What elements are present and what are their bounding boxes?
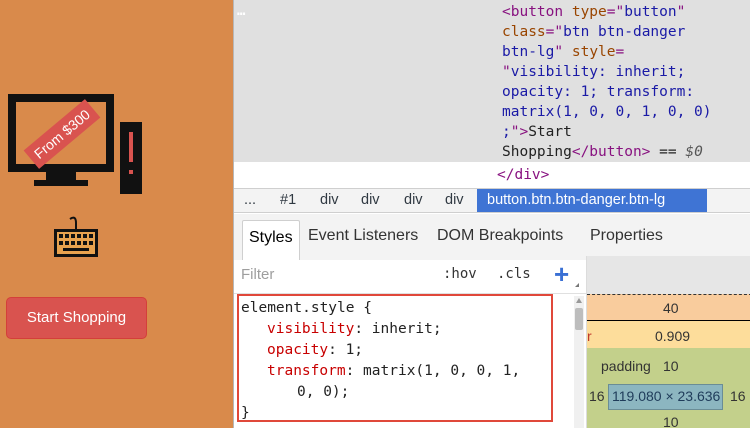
styles-scrollbar[interactable]: [574, 296, 584, 428]
breadcrumb-item[interactable]: div: [404, 192, 423, 208]
tab-dom-breakpoints[interactable]: DOM Breakpoints: [437, 227, 563, 245]
style-declaration[interactable]: transform: matrix(1, 0, 0, 1,: [267, 361, 520, 382]
border-value[interactable]: 0.909: [655, 328, 690, 344]
source-token: =: [615, 44, 625, 60]
tab-event-listeners[interactable]: Event Listeners: [308, 227, 418, 245]
box-model-diagram: 40 r 0.909 padding 10 16 119.080 × 23.63…: [586, 256, 750, 428]
box-model-header: [587, 256, 750, 294]
cls-toggle[interactable]: .cls: [497, 266, 531, 282]
tab-label: Styles: [249, 229, 293, 246]
source-token: </button>: [571, 144, 651, 160]
devtools-panel: … <button type="button" class="btn btn-da…: [233, 0, 750, 428]
property-value: 1;: [345, 342, 364, 358]
source-token: ": [676, 4, 686, 20]
border-label: r: [587, 328, 592, 344]
source-token: ">: [510, 124, 529, 140]
source-token: =": [545, 24, 564, 40]
property-value: matrix(1, 0, 0, 1,: [363, 363, 521, 379]
padding-right-value[interactable]: 16: [730, 388, 746, 404]
source-token: ": [554, 44, 572, 60]
content-size[interactable]: 119.080 × 23.636: [612, 388, 720, 404]
source-token: $0: [685, 144, 703, 160]
breadcrumb-item[interactable]: #1: [280, 192, 296, 208]
padding-value[interactable]: 10: [663, 358, 679, 374]
filter-input[interactable]: Filter: [241, 266, 274, 283]
source-token: btn btn-danger: [563, 24, 686, 40]
corner-arrow-icon[interactable]: [575, 283, 579, 287]
source-line[interactable]: Shopping</button> == $0: [502, 142, 703, 163]
source-token: button: [624, 4, 677, 20]
source-line[interactable]: "visibility: inherit;: [502, 62, 685, 83]
source-line[interactable]: opacity: 1; transform:: [502, 82, 694, 103]
styles-toolbar: Filter :hov .cls +: [234, 260, 586, 294]
source-token: type: [571, 4, 607, 20]
new-style-rule-button[interactable]: +: [554, 260, 569, 288]
source-token: ;: [502, 124, 511, 140]
source-token: =": [606, 4, 625, 20]
source-line[interactable]: class="btn btn-danger: [502, 22, 685, 43]
breadcrumb-item[interactable]: div: [445, 192, 464, 208]
source-token: matrix(1, 0, 0, 1, 0, 0): [502, 104, 712, 120]
padding-label: padding: [601, 358, 651, 374]
source-line[interactable]: <button type="button": [502, 2, 685, 23]
more-options-icon[interactable]: …: [237, 3, 246, 19]
source-token: ==: [650, 144, 686, 160]
breadcrumb: ... #1 div div div div button.btn.btn-da…: [234, 188, 750, 213]
padding-bottom-value[interactable]: 10: [663, 414, 679, 428]
elements-tree: … <button type="button" class="btn btn-da…: [234, 0, 750, 188]
source-token: Shopping: [502, 144, 572, 160]
hov-toggle[interactable]: :hov: [443, 266, 477, 282]
source-token: ": [502, 64, 511, 80]
scroll-thumb[interactable]: [575, 308, 583, 330]
page-preview: From $300 Start Shopping: [0, 0, 233, 428]
source-token: style: [571, 44, 616, 60]
breadcrumb-item[interactable]: div: [361, 192, 380, 208]
tab-styles[interactable]: Styles: [242, 220, 300, 260]
style-declaration[interactable]: opacity: 1;: [267, 340, 363, 361]
margin-value[interactable]: 40: [663, 300, 679, 316]
source-line[interactable]: ;">Start: [502, 122, 572, 143]
scroll-up-icon[interactable]: [576, 298, 582, 303]
keyboard-icon: [54, 216, 98, 257]
tab-properties[interactable]: Properties: [590, 227, 663, 245]
property-name: opacity: [267, 342, 329, 358]
property-value: inherit;: [371, 321, 442, 337]
breadcrumb-item[interactable]: ...: [244, 192, 256, 208]
sidebar-tabs: Styles Event Listeners DOM Breakpoints P…: [234, 214, 750, 260]
style-declaration[interactable]: visibility: inherit;: [267, 319, 442, 340]
closing-div-tag[interactable]: </div>: [497, 165, 549, 186]
source-line[interactable]: btn-lg" style=: [502, 42, 624, 63]
rule-close-brace: }: [241, 405, 250, 421]
element-style-rule[interactable]: element.style { visibility: inherit; opa…: [237, 294, 553, 422]
styles-pane: element.style { visibility: inherit; opa…: [234, 294, 586, 428]
source-token: opacity: 1; transform:: [502, 84, 695, 100]
rule-selector: element.style {: [241, 300, 372, 316]
computer-illustration: From $300: [8, 94, 142, 194]
start-shopping-button[interactable]: Start Shopping: [6, 297, 147, 339]
property-name: visibility: [267, 321, 355, 337]
source-line[interactable]: matrix(1, 0, 0, 1, 0, 0): [502, 102, 712, 123]
source-token: Start: [528, 124, 572, 140]
source-token: btn-lg: [502, 44, 555, 60]
property-value-continuation: 0, 0);: [297, 384, 350, 400]
source-token: <button: [502, 4, 572, 20]
property-name: transform: [267, 363, 346, 379]
breadcrumb-item-active[interactable]: button.btn.btn-danger.btn-lg: [477, 189, 707, 212]
source-token: class: [502, 24, 546, 40]
padding-left-value[interactable]: 16: [589, 388, 605, 404]
breadcrumb-item[interactable]: div: [320, 192, 339, 208]
source-token: visibility: inherit;: [510, 64, 686, 80]
